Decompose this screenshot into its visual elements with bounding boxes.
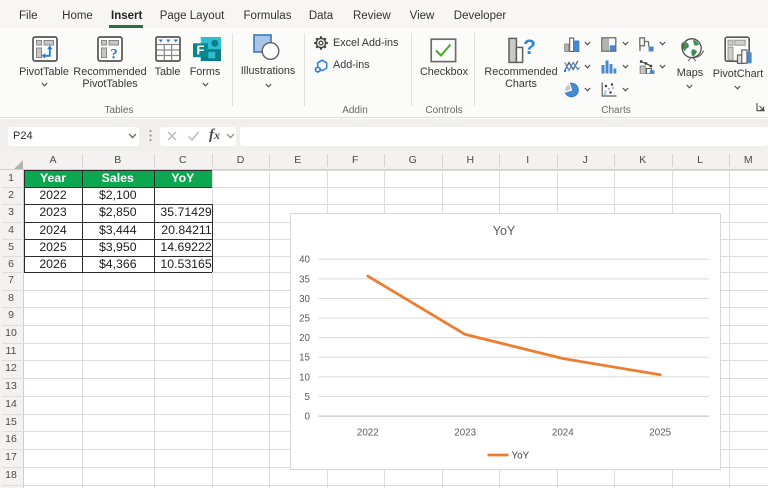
svg-text:0: 0 — [305, 412, 311, 423]
svg-text:40: 40 — [299, 255, 310, 266]
svg-text:F: F — [196, 42, 204, 57]
svg-text:?: ? — [523, 36, 536, 59]
svg-text:25: 25 — [299, 314, 310, 325]
svg-text:?: ? — [110, 47, 118, 63]
svg-text:15: 15 — [299, 353, 310, 364]
svg-text:5: 5 — [305, 392, 311, 403]
svg-text:30: 30 — [299, 294, 310, 305]
svg-text:2022: 2022 — [357, 428, 379, 439]
svg-text:YoY: YoY — [512, 450, 530, 461]
svg-text:2024: 2024 — [552, 428, 574, 439]
svg-text:2023: 2023 — [454, 428, 476, 439]
svg-text:YoY: YoY — [493, 224, 516, 238]
svg-text:2025: 2025 — [649, 428, 671, 439]
svg-text:10: 10 — [299, 372, 310, 383]
svg-text:20: 20 — [299, 333, 310, 344]
svg-text:35: 35 — [299, 274, 310, 285]
